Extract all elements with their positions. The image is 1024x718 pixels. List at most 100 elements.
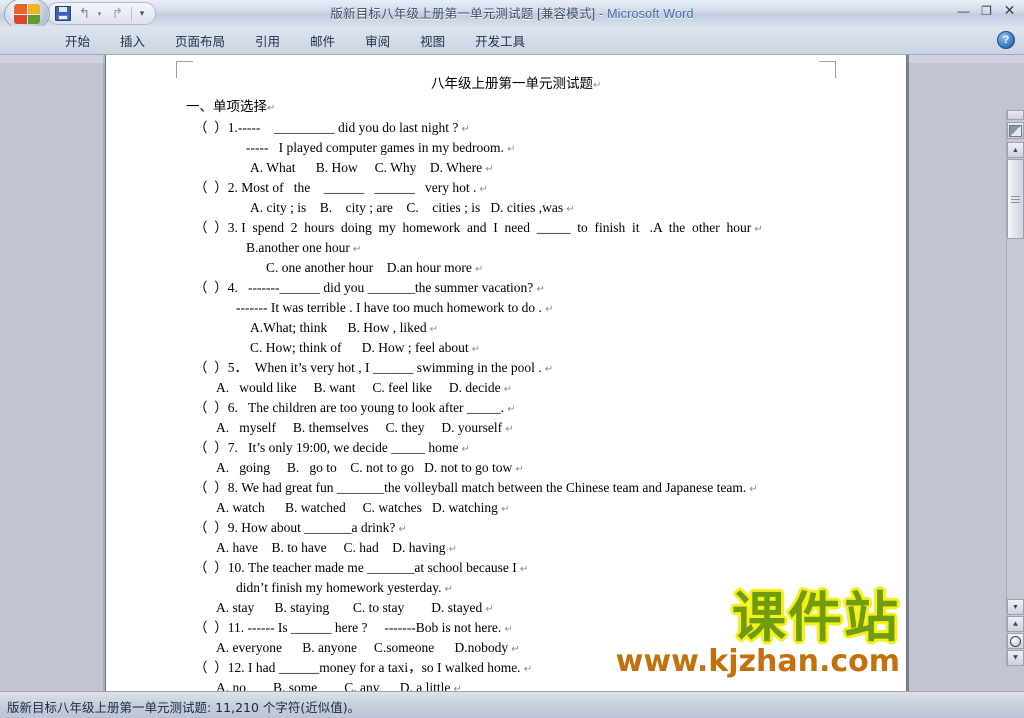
select-browse-object-icon <box>1010 635 1021 647</box>
document-line-text: C. How; think of D. How ; feel about <box>250 340 469 355</box>
document-line: （ ）8. We had great fun _______the volley… <box>194 481 758 497</box>
paragraph-mark-icon: ↵ <box>445 544 458 555</box>
paragraph-mark-icon: ↵ <box>476 184 488 195</box>
paragraph-mark-icon: ↵ <box>563 204 575 215</box>
help-icon[interactable]: ? <box>997 31 1015 49</box>
tab-insert[interactable]: 插入 <box>105 29 160 51</box>
paragraph-mark-icon: ↵ <box>512 464 524 475</box>
close-button[interactable]: ✕ <box>999 2 1020 19</box>
tab-home[interactable]: 开始 <box>50 29 105 51</box>
document-line-text: （ ）2. Most of the ______ ______ very hot… <box>194 180 477 195</box>
grip-icon <box>1011 195 1020 203</box>
paragraph-mark-icon: ↵ <box>458 124 470 135</box>
paragraph-mark-icon: ↵ <box>471 264 484 275</box>
document-line-text: A. watch B. watched C. watches D. watchi… <box>216 500 498 515</box>
paragraph-mark-icon: ↵ <box>468 344 481 355</box>
document-line: （ ）2. Most of the ______ ______ very hot… <box>194 181 488 197</box>
document-line-text: A. everyone B. anyone C.someone D.nobody <box>216 640 509 655</box>
document-line: A. everyone B. anyone C.someone D.nobody… <box>216 641 520 657</box>
document-line-text: A. going B. go to C. not to go D. not to… <box>216 460 513 475</box>
window-controls: — ❐ ✕ <box>953 2 1020 19</box>
document-title: 八年级上册第一单元测试题↵ <box>431 76 602 92</box>
window-title-doc: 版新目标八年级上册第一单元测试题 [兼容模式] <box>330 7 596 21</box>
tab-review[interactable]: 审阅 <box>350 29 405 51</box>
document-line: A. would like B. want C. feel like D. de… <box>216 381 512 397</box>
document-line: （ ）12. I had ______money for a taxi，so I… <box>194 661 532 677</box>
document-line: A. watch B. watched C. watches D. watchi… <box>216 501 510 517</box>
document-line-text: （ ）10. The teacher made me _______at sch… <box>194 560 517 575</box>
paragraph-mark-icon: ↵ <box>482 604 494 615</box>
document-line: （ ）5． When it’s very hot , I ______ swim… <box>194 361 553 377</box>
watermark-url-text: www.kjzhan.com <box>615 644 900 679</box>
document-line: ------- It was terrible . I have too muc… <box>236 301 553 317</box>
document-line-text: A.What; think B. How , liked <box>250 320 427 335</box>
document-line: C. one another hour D.an hour more ↵ <box>266 261 483 277</box>
document-line-text: A. have B. to have C. had D. having <box>216 540 446 555</box>
margin-mark-top-left <box>176 61 193 78</box>
vertical-scrollbar[interactable]: ▲ ▼ ⯅ ⯆ <box>1006 110 1024 666</box>
next-page-button[interactable]: ⯆ <box>1007 650 1024 666</box>
document-line: A. city ; is B. city ; are C. cities ; i… <box>250 201 575 217</box>
document-line-text: （ ）1.----- _________ did you do last nig… <box>194 120 459 135</box>
triangle-up-icon: ▲ <box>1012 146 1019 154</box>
previous-page-button[interactable]: ⯅ <box>1007 616 1024 632</box>
status-text: 版新目标八年级上册第一单元测试题: 11,210 个字符(近似值)。 <box>7 700 361 715</box>
split-box[interactable] <box>1007 110 1024 120</box>
document-line: C. How; think of D. How ; feel about ↵ <box>250 341 480 357</box>
document-line-text: didn’t finish my homework yesterday. <box>236 580 442 595</box>
document-line-text: ------- It was terrible . I have too muc… <box>236 300 542 315</box>
scroll-up-button[interactable]: ▲ <box>1007 142 1024 158</box>
section-heading: 一、单项选择↵ <box>186 99 276 115</box>
ribbon-tab-bar: 开始 插入 页面布局 引用 邮件 审阅 视图 开发工具 ? <box>0 26 1024 55</box>
document-line: （ ）11. ------ Is ______ here ? -------Bo… <box>194 621 513 637</box>
tab-page-layout[interactable]: 页面布局 <box>160 29 240 51</box>
scroll-down-button[interactable]: ▼ <box>1007 599 1024 615</box>
paragraph-mark-icon: ↵ <box>503 144 516 155</box>
document-line: A.What; think B. How , liked ↵ <box>250 321 438 337</box>
document-line: ----- I played computer games in my bedr… <box>246 141 515 157</box>
paragraph-mark-icon: ↵ <box>516 564 529 575</box>
paragraph-mark-icon: ↵ <box>533 284 545 295</box>
tab-view[interactable]: 视图 <box>405 29 460 51</box>
window-title: 版新目标八年级上册第一单元测试题 [兼容模式] - Microsoft Word <box>0 3 1024 22</box>
document-line-text: A. myself B. themselves C. they D. yours… <box>216 420 503 435</box>
paragraph-mark-icon: ↵ <box>500 384 513 395</box>
document-line-text: （ ）11. ------ Is ______ here ? -------Bo… <box>194 620 502 635</box>
status-bar: 版新目标八年级上册第一单元测试题: 11,210 个字符(近似值)。 <box>0 691 1024 718</box>
margin-mark-top-right <box>819 61 836 78</box>
document-line: （ ）9. How about _______a drink? ↵ <box>194 521 407 537</box>
document-line: （ ）7. It’s only 19:00, we decide _____ h… <box>194 441 470 457</box>
restore-button[interactable]: ❐ <box>976 2 997 19</box>
previous-page-icon: ⯅ <box>1011 618 1020 629</box>
document-map-button[interactable] <box>1007 122 1024 139</box>
document-line: A. have B. to have C. had D. having ↵ <box>216 541 457 557</box>
select-browse-object-button[interactable] <box>1007 633 1024 649</box>
document-line-text: A. What B. How C. Why D. Where <box>250 160 483 175</box>
document-line-text: （ ）9. How about _______a drink? <box>194 520 396 535</box>
tab-developer[interactable]: 开发工具 <box>460 29 540 51</box>
watermark-main-text: 课件站 <box>732 586 900 649</box>
paragraph-mark-icon: ↵ <box>504 404 516 415</box>
document-page[interactable]: 八年级上册第一单元测试题↵ 一、单项选择↵ （ ）1.----- _______… <box>105 55 907 692</box>
title-bar: ↰ ▾ ↱ ▾ 版新目标八年级上册第一单元测试题 [兼容模式] - Micros… <box>0 0 1024 31</box>
document-line-text: B.another one hour <box>246 240 350 255</box>
paragraph-mark-icon: ↵ <box>751 224 763 235</box>
scrollbar-thumb[interactable] <box>1007 159 1024 239</box>
tab-mailings[interactable]: 邮件 <box>295 29 350 51</box>
tab-references[interactable]: 引用 <box>240 29 295 51</box>
paragraph-mark-icon: ↵ <box>426 324 439 335</box>
document-line: （ ）1.----- _________ did you do last nig… <box>194 121 470 137</box>
word-window: ↰ ▾ ↱ ▾ 版新目标八年级上册第一单元测试题 [兼容模式] - Micros… <box>0 0 1024 718</box>
document-map-icon <box>1009 124 1022 137</box>
paragraph-mark-icon: ↵ <box>520 664 533 675</box>
document-line: （ ）3. I spend 2 hours doing my homework … <box>194 221 763 237</box>
document-line-text: （ ）12. I had ______money for a taxi，so I… <box>194 660 521 675</box>
ribbon-tabs: 开始 插入 页面布局 引用 邮件 审阅 视图 开发工具 <box>50 26 540 54</box>
document-line-text: A. would like B. want C. feel like D. de… <box>216 380 501 395</box>
window-title-app: Microsoft Word <box>607 7 694 21</box>
document-work-area: 八年级上册第一单元测试题↵ 一、单项选择↵ （ ）1.----- _______… <box>0 55 1024 692</box>
paragraph-mark-icon: ↵ <box>395 524 407 535</box>
document-line: （ ）6. The children are too young to look… <box>194 401 516 417</box>
paragraph-mark-icon: ↵ <box>482 164 494 175</box>
minimize-button[interactable]: — <box>953 2 974 19</box>
